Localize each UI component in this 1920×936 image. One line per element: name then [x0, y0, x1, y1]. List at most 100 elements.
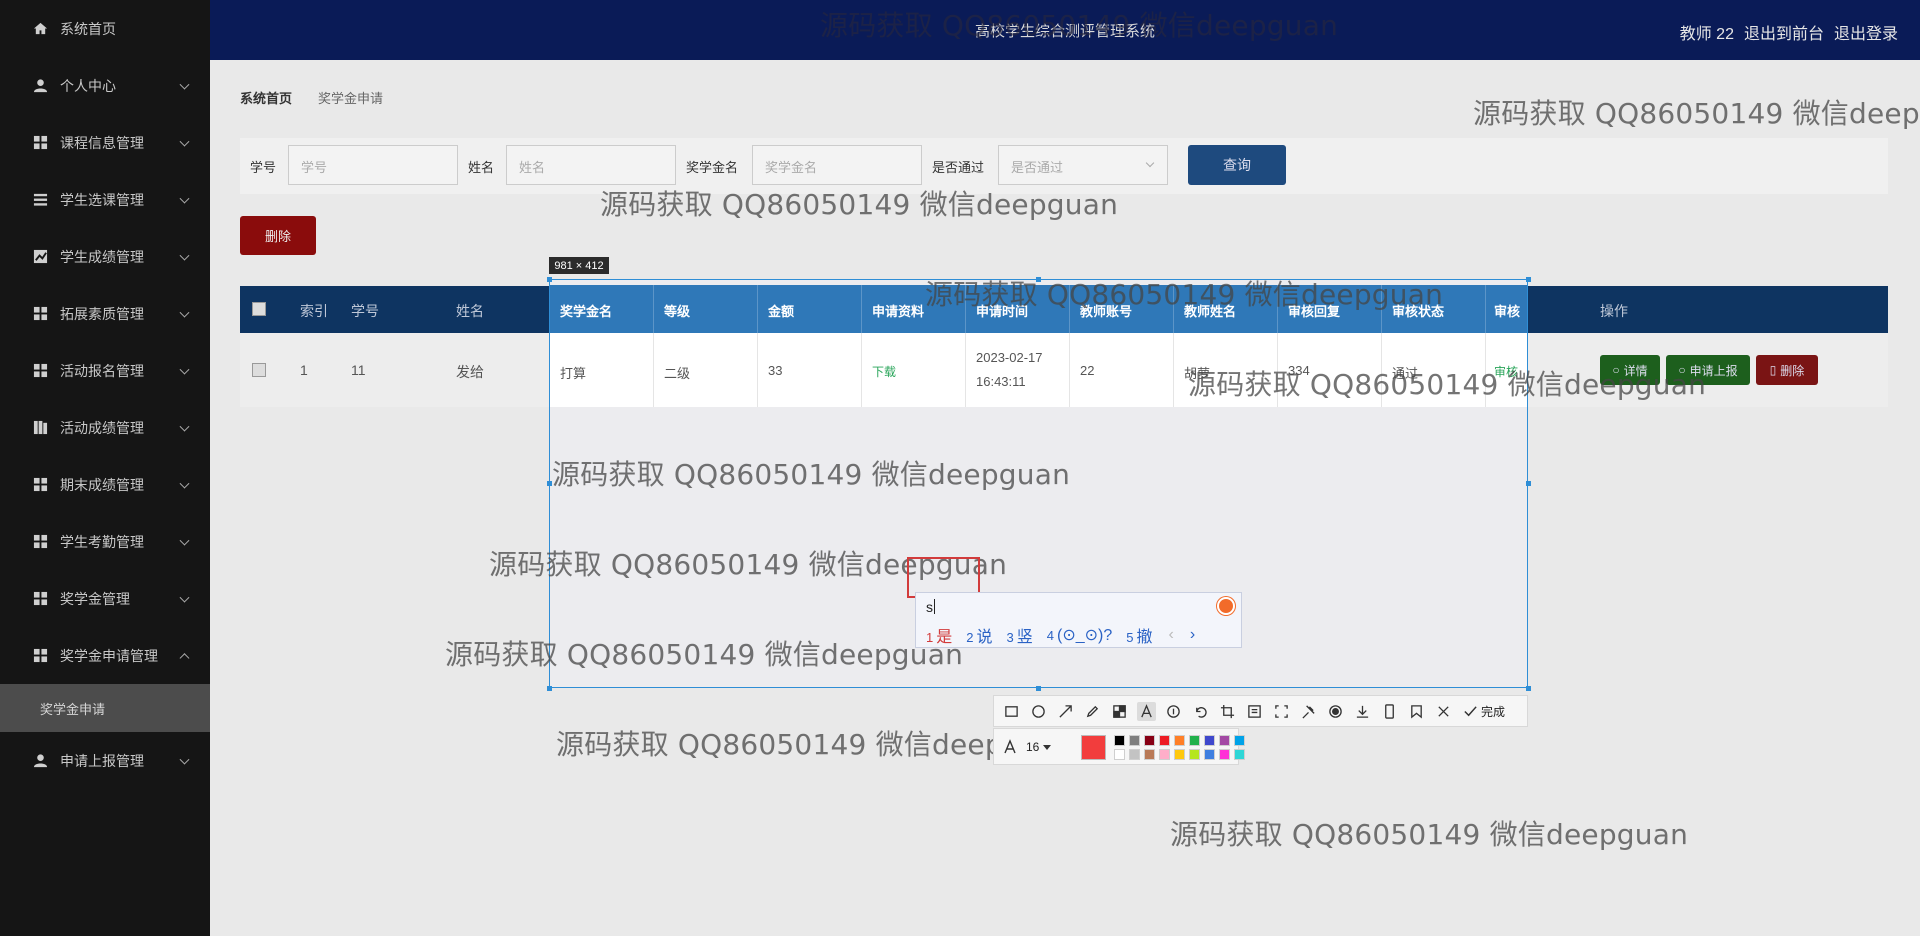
font-size-select[interactable]: 16 — [1026, 740, 1052, 754]
delete-button[interactable]: 删除 — [240, 216, 316, 255]
save-icon[interactable] — [1353, 702, 1372, 721]
color-swatch[interactable] — [1204, 749, 1215, 760]
passed-select[interactable]: 是否通过 — [998, 145, 1168, 185]
mosaic-icon[interactable] — [1110, 702, 1129, 721]
crop-icon[interactable] — [1218, 702, 1237, 721]
col-divider — [1173, 333, 1174, 407]
row-student-id: 11 — [351, 362, 366, 378]
ime-composition-text: s — [926, 599, 933, 615]
scholarship-input[interactable]: 奖学金名 — [752, 145, 922, 185]
ime-prev-page[interactable]: ‹ — [1169, 626, 1174, 644]
chevron-down-icon — [179, 478, 190, 489]
ime-next-page[interactable]: › — [1190, 626, 1195, 644]
resize-handle[interactable] — [1526, 277, 1531, 282]
rectangle-icon[interactable] — [1002, 702, 1021, 721]
color-swatch[interactable] — [1204, 735, 1215, 746]
resize-handle[interactable] — [1036, 686, 1041, 691]
color-swatch[interactable] — [1189, 749, 1200, 760]
cell-apply-clock: 16:43:11 — [976, 374, 1026, 389]
sidebar-item[interactable]: 申请上报管理 — [0, 732, 210, 789]
bookmark-icon[interactable] — [1407, 702, 1426, 721]
ime-candidate-text: (⊙_⊙)? — [1056, 627, 1113, 644]
sidebar-item[interactable]: 期末成绩管理 — [0, 456, 210, 513]
resize-handle[interactable] — [547, 277, 552, 282]
close-icon[interactable] — [1434, 702, 1453, 721]
name-input[interactable]: 姓名 — [506, 145, 676, 185]
sidebar-item-label: 学生考勤管理 — [60, 533, 144, 550]
breadcrumb-home[interactable]: 系统首页 — [240, 88, 292, 107]
sidebar-item[interactable]: 个人中心 — [0, 57, 210, 114]
sidebar-item[interactable]: 课程信息管理 — [0, 114, 210, 171]
sidebar-item[interactable]: 学生选课管理 — [0, 171, 210, 228]
color-swatch[interactable] — [1159, 749, 1170, 760]
chevron-down-icon — [179, 250, 190, 261]
record-icon[interactable] — [1326, 702, 1345, 721]
pin-icon[interactable] — [1299, 702, 1318, 721]
student-id-input[interactable]: 学号 — [288, 145, 458, 185]
cell-amount: 33 — [768, 363, 783, 378]
cell-level: 二级 — [664, 366, 691, 381]
logout-link[interactable]: 退出登录 — [1834, 20, 1898, 44]
color-swatch[interactable] — [1114, 749, 1125, 760]
arrow-icon[interactable] — [1056, 702, 1075, 721]
phone-icon[interactable] — [1380, 702, 1399, 721]
color-swatch[interactable] — [1174, 735, 1185, 746]
row-checkbox[interactable] — [252, 363, 266, 377]
resize-handle[interactable] — [547, 686, 552, 691]
download-link[interactable]: 下载 — [872, 363, 896, 380]
col-divider — [757, 285, 758, 333]
color-swatch[interactable] — [1219, 749, 1230, 760]
color-swatch[interactable] — [1234, 749, 1245, 760]
pen-icon[interactable] — [1083, 702, 1102, 721]
text-style-bar: 16 — [993, 728, 1245, 765]
row-name: 发给 — [456, 364, 484, 380]
ime-candidate[interactable]: 4 (⊙_⊙)? — [1047, 625, 1113, 645]
sidebar-item[interactable]: 学生考勤管理 — [0, 513, 210, 570]
select-all-checkbox[interactable] — [252, 302, 266, 316]
sidebar-subitem-scholarship-apply[interactable]: 奖学金申请 — [0, 684, 210, 732]
color-swatch[interactable] — [1159, 735, 1170, 746]
color-swatch[interactable] — [1219, 735, 1230, 746]
list-icon — [32, 192, 48, 208]
ocr-icon[interactable] — [1245, 702, 1264, 721]
trash-icon: ▯ — [1769, 363, 1777, 377]
col-divider — [1485, 285, 1486, 333]
resize-handle[interactable] — [1526, 481, 1531, 486]
number-icon[interactable] — [1164, 702, 1183, 721]
query-button[interactable]: 查询 — [1188, 145, 1286, 185]
text-icon[interactable] — [1137, 701, 1156, 721]
sidebar-item[interactable]: 学生成绩管理 — [0, 228, 210, 285]
resize-handle[interactable] — [1526, 686, 1531, 691]
sidebar-item[interactable]: 系统首页 — [0, 0, 210, 57]
long-shot-icon[interactable] — [1272, 702, 1291, 721]
sidebar-item[interactable]: 活动报名管理 — [0, 342, 210, 399]
sidebar-item[interactable]: 活动成绩管理 — [0, 399, 210, 456]
color-swatch[interactable] — [1189, 735, 1200, 746]
chevron-down-icon — [179, 136, 190, 147]
ime-candidate[interactable]: 5撤 — [1126, 623, 1152, 647]
color-swatch[interactable] — [1174, 749, 1185, 760]
done-button[interactable]: 完成 — [1463, 703, 1505, 720]
ellipse-icon[interactable] — [1029, 702, 1048, 721]
undo-icon[interactable] — [1191, 702, 1210, 721]
color-swatch[interactable] — [1144, 749, 1155, 760]
sidebar-item[interactable]: 奖学金管理 — [0, 570, 210, 627]
ime-candidate[interactable]: 3竖 — [1007, 623, 1033, 647]
ime-candidate[interactable]: 1是 — [926, 623, 952, 647]
sidebar-item[interactable]: 拓展素质管理 — [0, 285, 210, 342]
back-to-front-link[interactable]: 退出到前台 — [1744, 20, 1824, 44]
color-swatch[interactable] — [1114, 735, 1125, 746]
col-divider — [1069, 333, 1070, 407]
watermark: 源码获取 QQ86050149 微信deepguan — [445, 638, 964, 671]
color-swatch[interactable] — [1129, 735, 1140, 746]
color-swatch[interactable] — [1234, 735, 1245, 746]
sidebar-item[interactable]: 奖学金申请管理 — [0, 627, 210, 684]
color-swatch[interactable] — [1144, 735, 1155, 746]
ime-candidate[interactable]: 2说 — [966, 623, 992, 647]
row-index: 1 — [300, 362, 308, 378]
chevron-down-icon — [179, 535, 190, 546]
color-swatch[interactable] — [1129, 749, 1140, 760]
current-color-swatch[interactable] — [1081, 735, 1106, 760]
row-delete-button[interactable]: ▯ 删除 — [1756, 355, 1818, 385]
chevron-down-icon — [179, 421, 190, 432]
